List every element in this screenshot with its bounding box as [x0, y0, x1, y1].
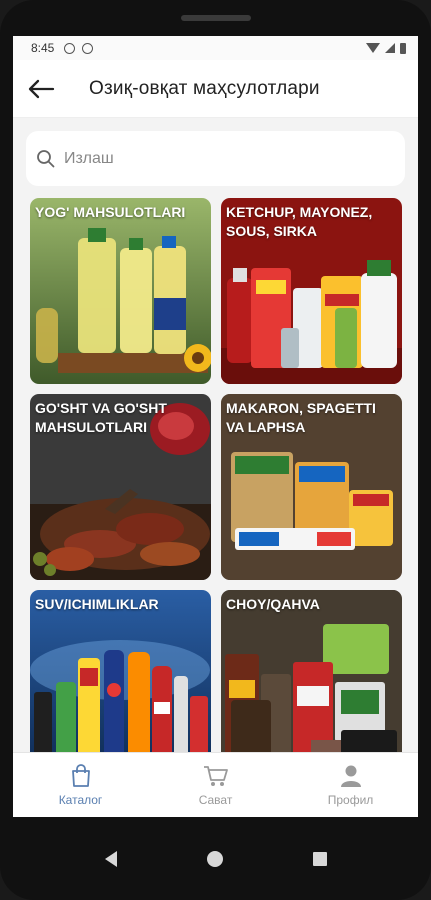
category-label: MAKARON, SPAGETTI VA LAPHSA	[226, 400, 376, 435]
category-label: SUV/ICHIMLIKLAR	[35, 596, 159, 612]
back-button[interactable]	[13, 60, 69, 118]
bottom-navigation: Каталог Сават Профил	[13, 752, 418, 817]
nav-cart[interactable]: Сават	[148, 753, 283, 817]
nav-profile-label: Профил	[327, 792, 374, 807]
profile-icon	[340, 765, 361, 787]
category-label: YOG' MAHSULOTLARI	[35, 204, 186, 220]
wifi-icon	[366, 43, 380, 53]
cart-icon	[203, 765, 228, 786]
category-card-pasta[interactable]: MAKARON, SPAGETTI VA LAPHSA	[221, 394, 402, 580]
category-label: GO'SHT VA GO'SHT MAHSULOTLARI	[35, 400, 167, 435]
system-navigation-bar	[0, 817, 431, 900]
nav-profile[interactable]: Профил	[283, 753, 418, 817]
back-triangle-icon[interactable]	[104, 850, 117, 867]
category-card-oils[interactable]: YOG' MAHSULOTLARI	[30, 198, 211, 384]
status-right	[366, 42, 406, 54]
oil-products-image	[30, 198, 211, 384]
nav-catalog[interactable]: Каталог	[13, 753, 148, 817]
phone-frame: 8:45 Озиқ-овқат маҳсулотлари Излаш YOG' …	[0, 0, 431, 900]
category-card-meat[interactable]: GO'SHT VA GO'SHT MAHSULOTLARI	[30, 394, 211, 580]
app-screen: 8:45 Озиқ-овқат маҳсулотлари Излаш YOG' …	[13, 36, 418, 817]
nav-cart-label: Сават	[198, 792, 233, 807]
search-input[interactable]	[64, 149, 364, 168]
category-card-drinks[interactable]: SUV/ICHIMLIKLAR	[30, 590, 211, 776]
category-label: CHOY/QAHVA	[226, 596, 320, 612]
battery-icon	[400, 42, 406, 54]
signal-icon	[385, 43, 395, 53]
drinks-image	[30, 590, 211, 776]
tea-coffee-image	[221, 590, 402, 776]
status-time: 8:45	[31, 41, 55, 55]
category-label: KETCHUP, MAYONEZ, SOUS, SIRKA	[226, 204, 373, 239]
notification-icon	[64, 42, 76, 54]
home-circle-icon[interactable]	[206, 850, 223, 867]
app-bar: Озиқ-овқат маҳсулотлари	[13, 60, 418, 118]
search-icon	[37, 149, 55, 167]
status-bar: 8:45	[13, 36, 418, 60]
recents-square-icon[interactable]	[312, 851, 327, 866]
bag-icon	[71, 763, 90, 787]
category-card-sauces[interactable]: KETCHUP, MAYONEZ, SOUS, SIRKA	[221, 198, 402, 384]
back-arrow-icon	[28, 79, 55, 98]
sync-icon	[82, 42, 94, 54]
nav-catalog-label: Каталог	[58, 792, 103, 807]
earpiece	[181, 15, 251, 21]
search-bar[interactable]	[26, 131, 405, 186]
page-title: Озиқ-овқат маҳсулотлари	[89, 77, 320, 99]
category-card-tea-coffee[interactable]: CHOY/QAHVA	[221, 590, 402, 776]
